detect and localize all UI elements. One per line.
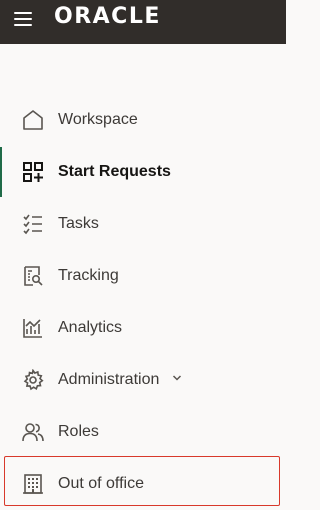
nav-item-start-requests[interactable]: Start Requests	[0, 146, 286, 198]
nav-item-label: Roles	[58, 423, 99, 440]
users-icon	[22, 421, 44, 443]
nav-item-label: Administration	[58, 354, 182, 406]
navigation-menu: Workspace Start Requests Tasks Tracking …	[0, 94, 286, 510]
nav-item-label: Out of office	[58, 475, 144, 492]
nav-item-workspace[interactable]: Workspace	[0, 94, 286, 146]
nav-item-roles[interactable]: Roles	[0, 406, 286, 458]
nav-item-label: Tracking	[58, 267, 119, 284]
document-search-icon	[22, 265, 44, 287]
checklist-icon	[22, 213, 44, 235]
home-icon	[22, 109, 44, 131]
grid-plus-icon	[22, 161, 44, 183]
administration-label: Administration	[58, 371, 160, 388]
building-icon	[22, 473, 44, 495]
nav-item-out-of-office[interactable]: Out of office	[0, 458, 286, 510]
nav-item-label: Start Requests	[58, 163, 171, 180]
gear-icon	[22, 369, 44, 391]
nav-item-analytics[interactable]: Analytics	[0, 302, 286, 354]
hamburger-menu-icon[interactable]	[14, 12, 32, 26]
nav-item-tasks[interactable]: Tasks	[0, 198, 286, 250]
nav-item-administration[interactable]: Administration	[0, 354, 286, 406]
chevron-down-icon[interactable]	[172, 373, 182, 383]
nav-item-label: Tasks	[58, 215, 99, 232]
top-bar: ORACLE	[0, 0, 286, 44]
nav-item-tracking[interactable]: Tracking	[0, 250, 286, 302]
nav-item-label: Analytics	[58, 319, 123, 336]
oracle-logo: ORACLE	[54, 4, 161, 29]
bar-chart-icon	[22, 317, 44, 339]
nav-item-label: Workspace	[58, 111, 138, 128]
